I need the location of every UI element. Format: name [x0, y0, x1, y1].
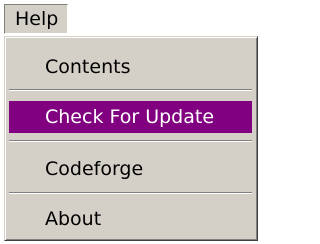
- menu-separator: [9, 89, 252, 91]
- menu-item-contents[interactable]: Contents: [9, 51, 252, 83]
- menu-item-check-for-update[interactable]: Check For Update: [9, 101, 252, 133]
- menu-item-about[interactable]: About: [9, 203, 252, 235]
- menu-separator: [9, 140, 252, 142]
- menu-item-codeforge[interactable]: Codeforge: [9, 153, 252, 185]
- menubar-help-button[interactable]: Help: [4, 4, 68, 34]
- help-dropdown-menu: Contents Check For Update Codeforge Abou…: [4, 36, 258, 241]
- menu-separator: [9, 192, 252, 194]
